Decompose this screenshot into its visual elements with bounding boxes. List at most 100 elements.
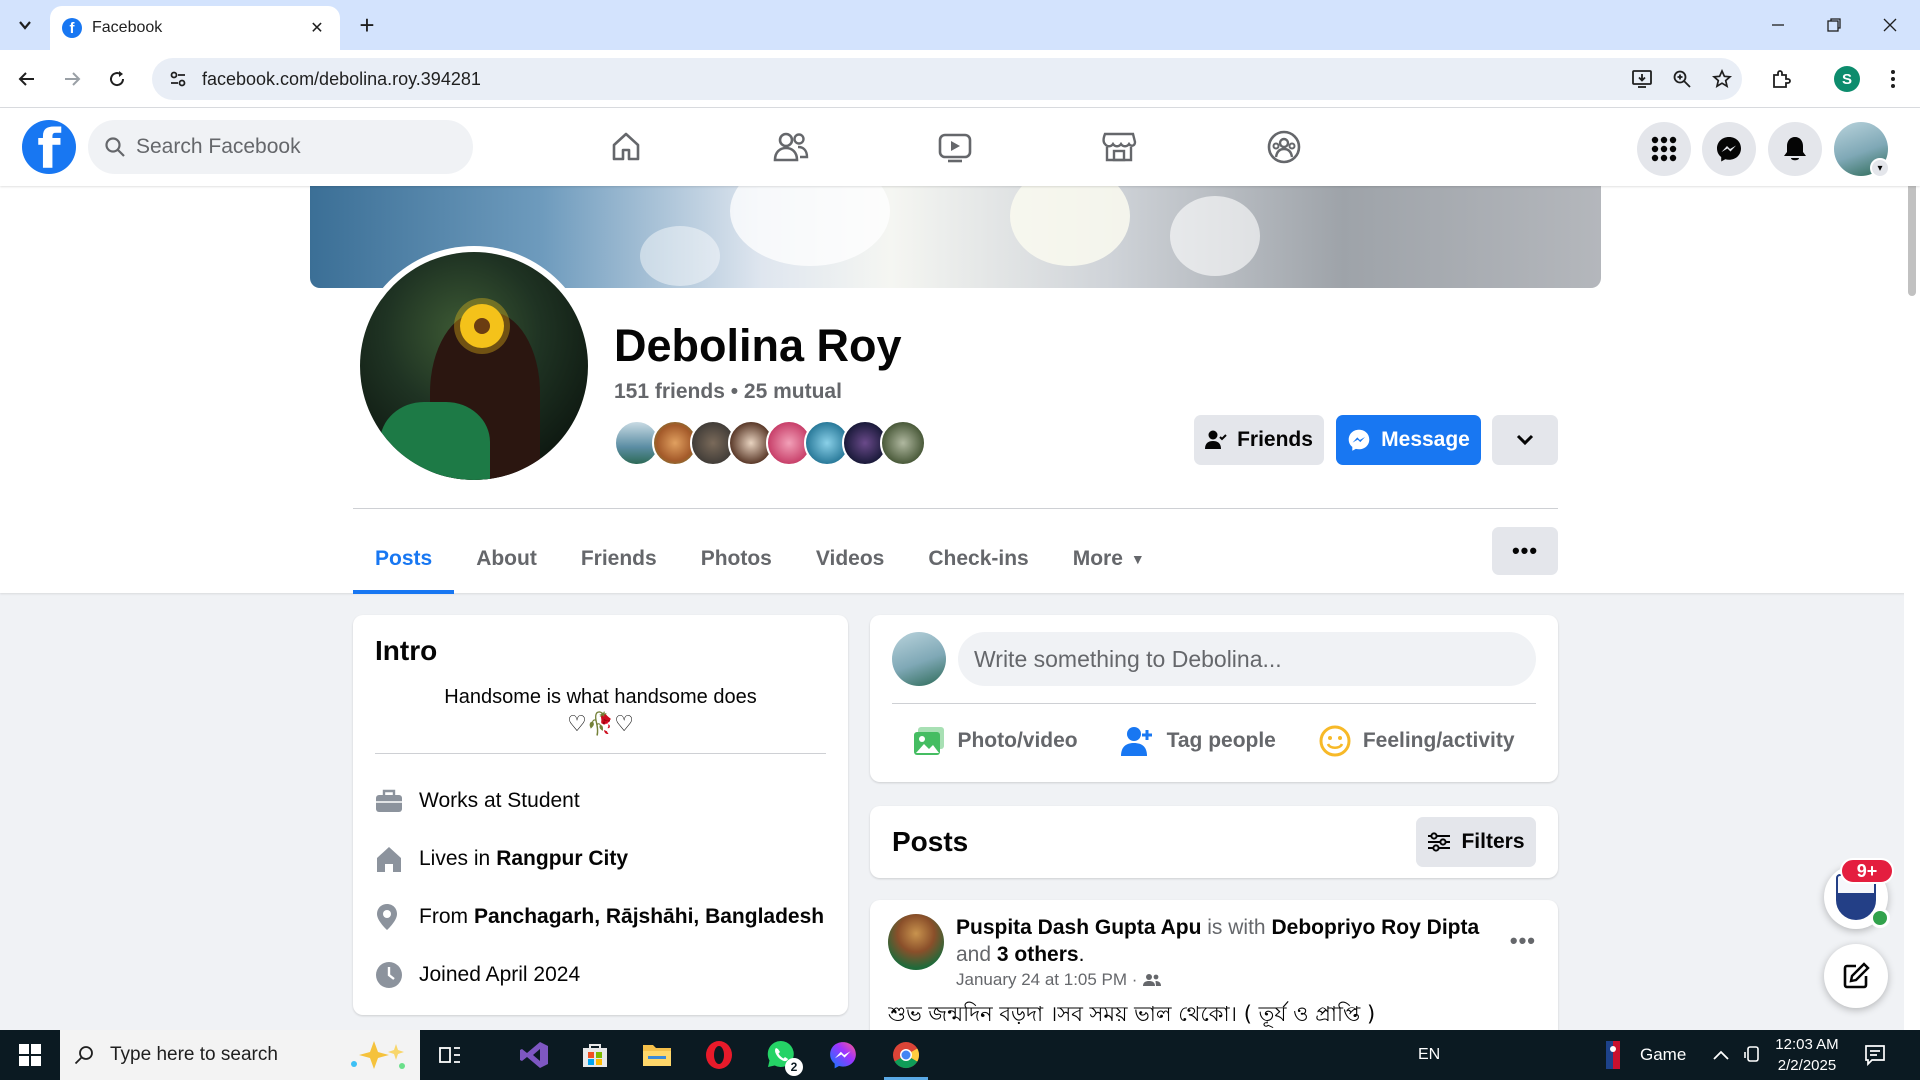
minimize-button[interactable]: [1750, 0, 1806, 50]
tag-people-button[interactable]: Tag people: [1120, 712, 1276, 770]
messenger-icon: [830, 1042, 856, 1069]
tab-check-ins[interactable]: Check-ins: [906, 524, 1050, 594]
opera-icon: [706, 1041, 732, 1069]
profile-options-button[interactable]: •••: [1492, 527, 1558, 575]
taskbar-search-placeholder: Type here to search: [110, 1044, 278, 1065]
post-time-text[interactable]: January 24 at 1:05 PM ·: [956, 970, 1137, 990]
filters-button[interactable]: Filters: [1416, 817, 1536, 867]
address-bar[interactable]: facebook.com/debolina.roy.394281: [152, 58, 1742, 100]
facebook-search[interactable]: [88, 120, 473, 174]
tab-close-icon[interactable]: ✕: [306, 18, 328, 38]
post-author-link[interactable]: Puspita Dash Gupta Apu: [956, 916, 1201, 939]
search-input[interactable]: [136, 135, 436, 159]
write-post-input[interactable]: Write something to Debolina...: [958, 632, 1536, 686]
tab-posts[interactable]: Posts: [353, 524, 455, 594]
post-composer: Write something to Debolina... Photo/vid…: [870, 615, 1558, 782]
from-place-link[interactable]: Panchagarh, Rājshāhi, Bangladesh: [474, 905, 824, 929]
arrow-left-icon: [18, 72, 34, 86]
nav-marketplace[interactable]: [1064, 120, 1174, 174]
profile-picture[interactable]: [354, 246, 594, 486]
compose-icon: [1843, 962, 1870, 989]
tab-more[interactable]: More ▼: [1051, 524, 1167, 594]
close-window-button[interactable]: [1862, 0, 1918, 50]
photo-video-button[interactable]: Photo/video: [913, 712, 1078, 770]
location-pin-icon: [375, 903, 419, 931]
file-explorer-app[interactable]: [627, 1030, 687, 1080]
account-avatar[interactable]: ▾: [1834, 122, 1890, 178]
taskbar-search[interactable]: Type here to search: [60, 1030, 420, 1080]
feeling-activity-button[interactable]: Feeling/activity: [1319, 712, 1515, 770]
friends-button-label: Friends: [1237, 428, 1313, 451]
language-indicator[interactable]: EN: [1418, 1030, 1440, 1080]
show-hidden-icons-button[interactable]: [1713, 1030, 1729, 1080]
work-text: Works at Student: [419, 789, 580, 812]
profile-more-button[interactable]: [1492, 415, 1558, 465]
microsoft-store-app[interactable]: [565, 1030, 625, 1080]
back-button[interactable]: [10, 62, 44, 96]
page-scrollbar[interactable]: [1904, 186, 1920, 1030]
restore-button[interactable]: [1806, 0, 1862, 50]
clock[interactable]: 12:03 AM 2/2/2025: [1752, 1034, 1862, 1076]
nba-logo-icon: [1606, 1041, 1620, 1069]
browser-tab-facebook[interactable]: f Facebook ✕: [50, 6, 340, 50]
friends-button[interactable]: Friends: [1194, 415, 1324, 465]
browser-toolbar: facebook.com/debolina.roy.394281 S: [0, 50, 1920, 108]
restore-icon: [1827, 18, 1841, 32]
search-icon: [74, 1046, 93, 1065]
messenger-button[interactable]: [1702, 122, 1756, 176]
opera-app[interactable]: [689, 1030, 749, 1080]
tab-videos[interactable]: Videos: [794, 524, 906, 594]
post-others-link[interactable]: 3 others: [997, 943, 1079, 966]
action-center-button[interactable]: [1864, 1030, 1886, 1080]
facebook-favicon-icon: f: [62, 18, 82, 38]
marketplace-icon: [1102, 132, 1137, 162]
tab-about[interactable]: About: [454, 524, 559, 594]
extensions-button[interactable]: [1764, 62, 1798, 96]
nav-video[interactable]: [900, 120, 1010, 174]
composer-divider: [892, 703, 1536, 704]
visual-studio-icon: [520, 1042, 548, 1068]
start-button[interactable]: [0, 1030, 60, 1080]
sunflower-decoration: [460, 304, 504, 348]
nav-groups[interactable]: [1229, 120, 1339, 174]
message-button-label: Message: [1381, 428, 1470, 451]
post-options-button[interactable]: •••: [1510, 928, 1536, 954]
tab-photos[interactable]: Photos: [679, 524, 794, 594]
whatsapp-app[interactable]: 2: [751, 1030, 811, 1080]
nav-friends[interactable]: [736, 120, 846, 174]
post-body-text: শুভ জন্মদিন বড়দা ।সব সময় ভাল থেকো। ( ত…: [888, 1002, 1376, 1026]
visual-studio-app[interactable]: [504, 1030, 564, 1080]
new-tab-button[interactable]: +: [352, 10, 382, 40]
install-app-icon[interactable]: [1622, 69, 1662, 89]
post-author-avatar[interactable]: [888, 914, 944, 970]
chrome-profile-button[interactable]: S: [1830, 62, 1864, 96]
tab-friends[interactable]: Friends: [559, 524, 679, 594]
url-text[interactable]: facebook.com/debolina.roy.394281: [202, 69, 1622, 90]
windows-taskbar: Type here to search 2 EN Game 12:03 AM 2…: [0, 1030, 1920, 1080]
friend-avatar[interactable]: [880, 420, 926, 466]
zoom-icon[interactable]: [1662, 69, 1702, 89]
tab-search-button[interactable]: [8, 8, 42, 42]
current-user-avatar[interactable]: [892, 632, 946, 686]
bookmark-star-icon[interactable]: [1702, 69, 1742, 89]
nav-home[interactable]: [571, 120, 681, 174]
chrome-app[interactable]: [876, 1030, 936, 1080]
task-view-button[interactable]: [420, 1030, 480, 1080]
lives-city-link[interactable]: Rangpur City: [496, 847, 628, 871]
friends-count[interactable]: 151 friends • 25 mutual: [614, 380, 842, 404]
game-widget[interactable]: Game: [1606, 1030, 1686, 1080]
site-info-icon[interactable]: [160, 69, 196, 89]
chrome-menu-button[interactable]: [1876, 62, 1910, 96]
search-icon: [105, 137, 125, 157]
notifications-button[interactable]: [1768, 122, 1822, 176]
post-tagged-link[interactable]: Debopriyo Roy Dipta: [1271, 916, 1479, 939]
new-message-button[interactable]: [1824, 944, 1888, 1008]
message-button[interactable]: Message: [1336, 415, 1481, 465]
messenger-app[interactable]: [813, 1030, 873, 1080]
clock-time: 12:03 AM: [1775, 1036, 1839, 1053]
reload-button[interactable]: [100, 62, 134, 96]
facebook-logo[interactable]: f: [22, 120, 76, 174]
forward-button[interactable]: [55, 62, 89, 96]
menu-button[interactable]: [1637, 122, 1691, 176]
store-icon: [583, 1044, 607, 1067]
